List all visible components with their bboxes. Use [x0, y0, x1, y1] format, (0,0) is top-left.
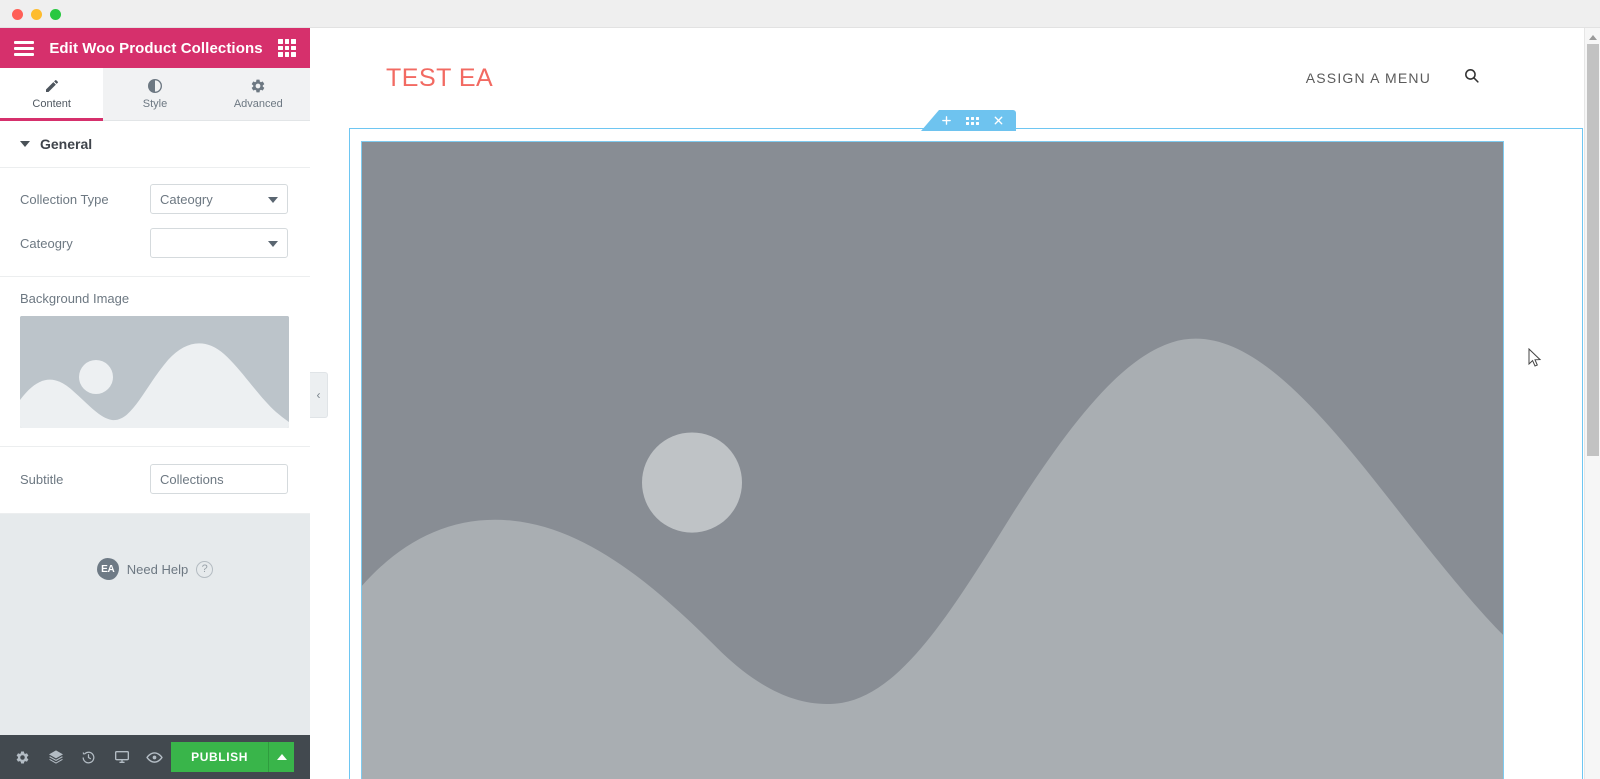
hamburger-icon[interactable] — [14, 40, 34, 56]
chevron-down-icon — [268, 241, 278, 247]
contrast-icon — [147, 78, 163, 94]
category-row: Cateogry — [20, 224, 290, 262]
panel-title: Edit Woo Product Collections — [49, 39, 263, 57]
site-logo: TEST EA — [386, 63, 494, 92]
chevron-up-icon — [1589, 34, 1597, 40]
tab-advanced[interactable]: Advanced — [207, 68, 310, 120]
close-icon[interactable] — [993, 115, 1004, 126]
history-icon[interactable] — [72, 735, 105, 779]
section-general-label: General — [40, 136, 93, 152]
publish-group: PUBLISH — [171, 742, 295, 772]
preview-eye-icon[interactable] — [138, 735, 171, 779]
window-minimize-button[interactable] — [31, 9, 42, 20]
elementor-column[interactable] — [361, 141, 1504, 779]
window-close-button[interactable] — [12, 9, 23, 20]
category-label: Cateogry — [20, 235, 73, 251]
collection-type-label: Collection Type — [20, 191, 109, 207]
scrollbar-up-button[interactable] — [1585, 30, 1600, 44]
tab-style[interactable]: Style — [103, 68, 206, 120]
image-placeholder-icon — [20, 316, 289, 428]
subtitle-row: Subtitle — [20, 460, 290, 498]
pencil-icon — [44, 78, 60, 94]
layers-icon[interactable] — [39, 735, 72, 779]
responsive-desktop-icon[interactable] — [105, 735, 138, 779]
panel-tabs: Content Style Advanced — [0, 68, 310, 121]
tab-content-label: Content — [32, 98, 71, 110]
publish-button[interactable]: PUBLISH — [171, 742, 269, 772]
assign-a-menu-link[interactable]: ASSIGN A MENU — [1306, 70, 1431, 86]
preview-canvas: TEST EA ASSIGN A MENU — [310, 28, 1600, 779]
tab-style-label: Style — [142, 98, 168, 110]
panel-footer: PUBLISH — [0, 735, 310, 779]
section-toolbar — [921, 110, 1016, 131]
site-nav: ASSIGN A MENU — [1306, 67, 1572, 89]
background-image-label: Background Image — [20, 291, 130, 306]
tab-advanced-label: Advanced — [233, 98, 283, 110]
section-toolbar-edge — [921, 110, 939, 131]
collection-type-row: Collection Type Cateogry — [20, 180, 290, 218]
tab-content[interactable]: Content — [0, 68, 104, 121]
panel-collapse-handle[interactable]: ‹ — [310, 372, 328, 418]
section-general-header[interactable]: General — [0, 121, 310, 168]
subtitle-label: Subtitle — [20, 471, 64, 487]
subtitle-input[interactable] — [150, 464, 288, 494]
window-maximize-button[interactable] — [50, 9, 61, 20]
editor-panel: Edit Woo Product Collections Content Sty… — [0, 28, 310, 779]
question-mark-icon: ? — [196, 560, 214, 578]
elementor-section[interactable] — [349, 110, 1583, 779]
need-help-label: Need Help — [126, 561, 189, 577]
window-titlebar — [0, 0, 1600, 28]
collection-type-select[interactable]: Cateogry — [150, 184, 288, 214]
panel-body: General Collection Type Cateogry Cateogr… — [0, 121, 310, 735]
publish-options-button[interactable] — [268, 742, 295, 772]
window-traffic-lights — [12, 9, 61, 20]
ea-badge: EA — [96, 558, 119, 580]
need-help-link[interactable]: EA Need Help ? — [0, 558, 310, 580]
drag-handle-icon[interactable] — [966, 116, 979, 125]
background-image-control: Background Image — [0, 277, 310, 447]
panel-header: Edit Woo Product Collections — [0, 28, 310, 68]
subtitle-control: Subtitle — [0, 447, 310, 514]
grid-icon[interactable] — [278, 39, 296, 57]
plus-icon[interactable] — [941, 115, 952, 126]
collection-type-value: Cateogry — [160, 191, 213, 207]
image-placeholder-icon — [362, 142, 1503, 779]
search-icon[interactable] — [1463, 67, 1480, 89]
category-select[interactable] — [150, 228, 288, 258]
page-scrollbar[interactable] — [1584, 28, 1600, 779]
chevron-down-icon — [20, 141, 30, 147]
chevron-down-icon — [268, 197, 278, 203]
gear-icon — [250, 78, 266, 94]
chevron-up-icon — [276, 754, 287, 760]
editor-window: Edit Woo Product Collections Content Sty… — [0, 0, 1600, 779]
general-controls: Collection Type Cateogry Cateogry — [0, 168, 310, 277]
gear-icon[interactable] — [6, 735, 39, 779]
background-image-preview[interactable] — [20, 316, 289, 428]
scrollbar-thumb[interactable] — [1587, 44, 1599, 456]
